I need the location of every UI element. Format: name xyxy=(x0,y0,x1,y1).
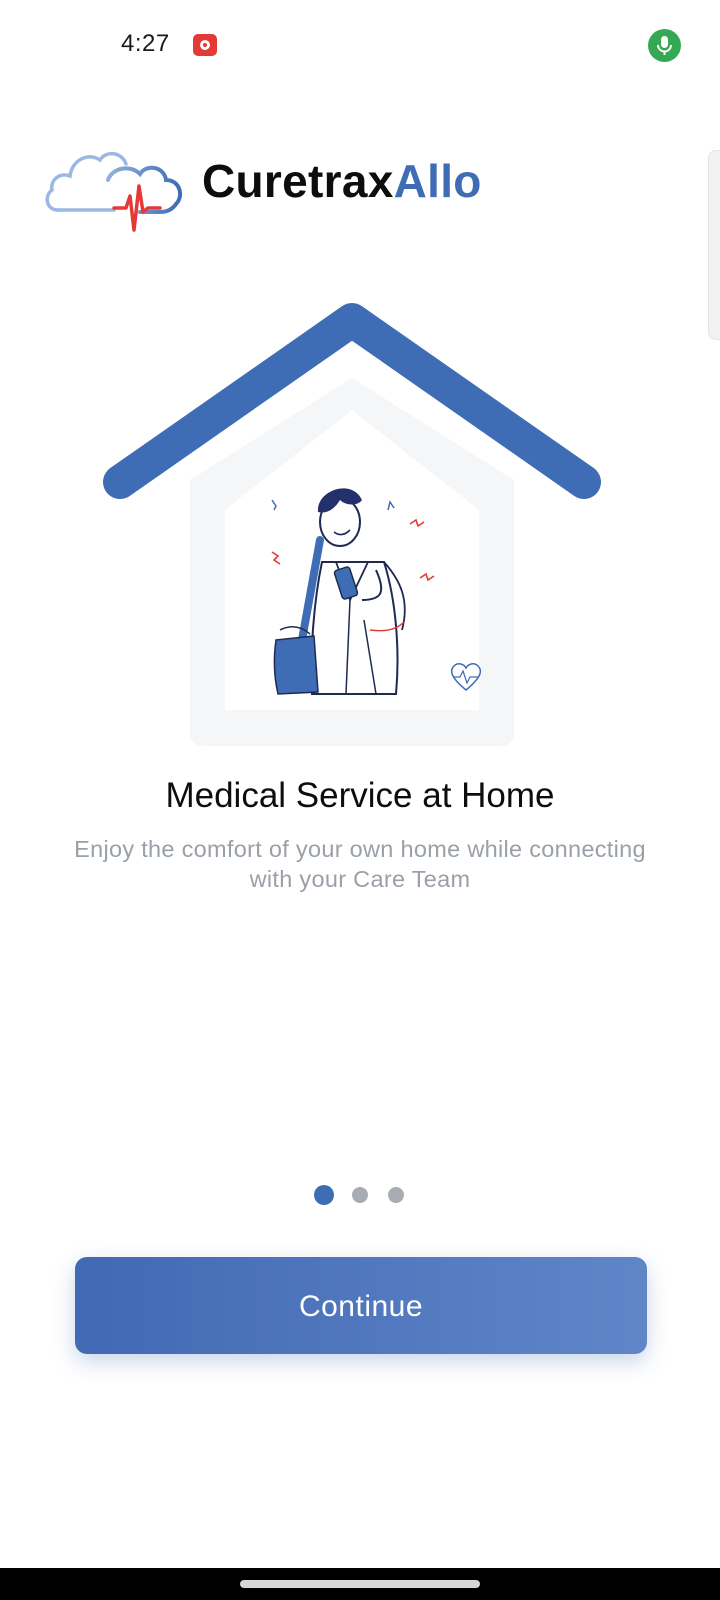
page-dot-active[interactable] xyxy=(314,1185,334,1205)
page-indicator xyxy=(0,1185,720,1207)
onboarding-title: Medical Service at Home xyxy=(165,776,555,815)
home-care-illustration xyxy=(103,303,601,746)
screen-record-icon xyxy=(193,34,217,56)
cloud-heartbeat-logo-icon xyxy=(45,151,183,232)
system-navigation-bar xyxy=(0,1568,720,1600)
edge-panel-handle[interactable] xyxy=(708,150,720,340)
page-dot[interactable] xyxy=(352,1187,368,1203)
brand-name-accent: Allo xyxy=(393,155,482,207)
page-dot[interactable] xyxy=(388,1187,404,1203)
brand-wordmark: CuretraxAllo xyxy=(202,154,482,208)
onboarding-screen: 4:27 CuretraxAllo Medical Service at Hom… xyxy=(0,0,720,1600)
brand-name-primary: Curetrax xyxy=(202,155,394,207)
microphone-icon xyxy=(648,29,681,62)
onboarding-subtitle: Enjoy the comfort of your own home while… xyxy=(74,836,646,892)
status-time: 4:27 xyxy=(121,30,170,57)
continue-button[interactable]: Continue xyxy=(75,1257,647,1354)
home-gesture-handle[interactable] xyxy=(240,1580,480,1588)
